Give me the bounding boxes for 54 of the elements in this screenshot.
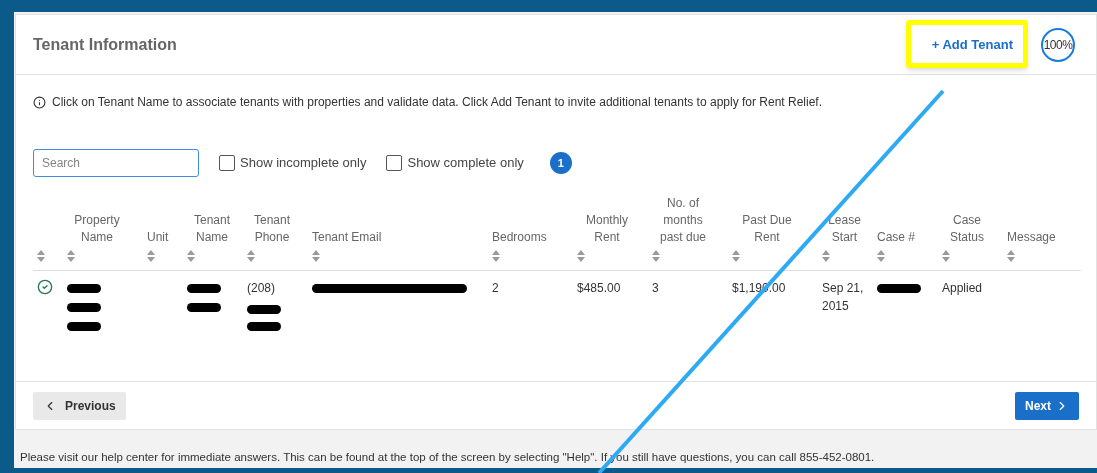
redaction-mark — [187, 284, 221, 293]
column-header[interactable]: Unit — [147, 229, 169, 246]
sort-icon[interactable] — [1007, 250, 1015, 262]
sort-icon[interactable] — [247, 250, 255, 262]
table-cell: $485.00 — [577, 281, 621, 295]
sort-icon[interactable] — [147, 250, 155, 262]
sort-icon[interactable] — [652, 250, 660, 262]
sort-icon[interactable] — [577, 250, 585, 262]
checkbox[interactable] — [219, 155, 235, 171]
column-header[interactable]: Tenant Email — [312, 229, 382, 246]
check-circle-icon — [37, 279, 53, 295]
column-header[interactable]: No. of months past due — [652, 195, 714, 246]
redaction-mark — [67, 284, 101, 293]
column-header[interactable]: Lease Start — [822, 212, 867, 246]
sort-icon[interactable] — [37, 250, 45, 262]
column-header[interactable]: Tenant Name — [187, 212, 237, 246]
info-icon — [33, 95, 46, 109]
redaction-mark — [67, 303, 101, 312]
table-cell: 2 — [492, 281, 499, 295]
sort-icon[interactable] — [822, 250, 830, 262]
add-tenant-button[interactable]: + Add Tenant — [919, 26, 1025, 63]
column-header[interactable]: Monthly Rent — [577, 212, 637, 246]
redaction-mark — [247, 322, 281, 331]
previous-button[interactable]: Previous — [33, 391, 126, 420]
column-header[interactable]: Property Name — [67, 212, 127, 246]
redaction-mark — [187, 303, 221, 312]
sort-icon[interactable] — [942, 250, 950, 262]
column-header[interactable]: Case # — [877, 229, 916, 246]
sort-icon[interactable] — [312, 250, 320, 262]
column-header[interactable]: Past Due Rent — [732, 212, 802, 246]
redaction-mark — [247, 305, 281, 314]
redaction-mark — [67, 322, 101, 331]
sort-icon[interactable] — [492, 250, 500, 262]
checkbox-label: Show incomplete only — [240, 154, 367, 173]
sort-icon[interactable] — [67, 250, 75, 262]
sort-icon[interactable] — [877, 250, 885, 262]
count-badge: 1 — [549, 152, 572, 174]
panel-title: Tenant Information — [33, 34, 177, 55]
column-header[interactable]: Bedrooms — [492, 229, 547, 246]
column-header[interactable]: Case Status — [942, 212, 992, 246]
checkbox-label: Show complete only — [407, 154, 524, 173]
search-field[interactable]: Search — [33, 149, 199, 177]
table-cell-text: (208) — [247, 280, 276, 297]
table-cell: 3 — [652, 281, 659, 295]
table-cell: Applied — [942, 281, 983, 295]
info-text: Click on Tenant Name to associate tenants with properties and validate data. Click Add Tenant to invite additional tenants to apply for Rent Relief. — [52, 94, 822, 111]
sort-icon[interactable] — [732, 250, 740, 262]
redaction-mark — [877, 284, 921, 293]
next-button[interactable]: Next — [1015, 391, 1079, 420]
table-cell: Sep 21, 2015 — [822, 281, 864, 313]
sort-icon[interactable] — [187, 250, 195, 262]
column-header[interactable]: Message — [1007, 229, 1056, 246]
column-header[interactable]: Tenant Phone — [247, 212, 297, 246]
checkbox[interactable] — [386, 155, 403, 171]
